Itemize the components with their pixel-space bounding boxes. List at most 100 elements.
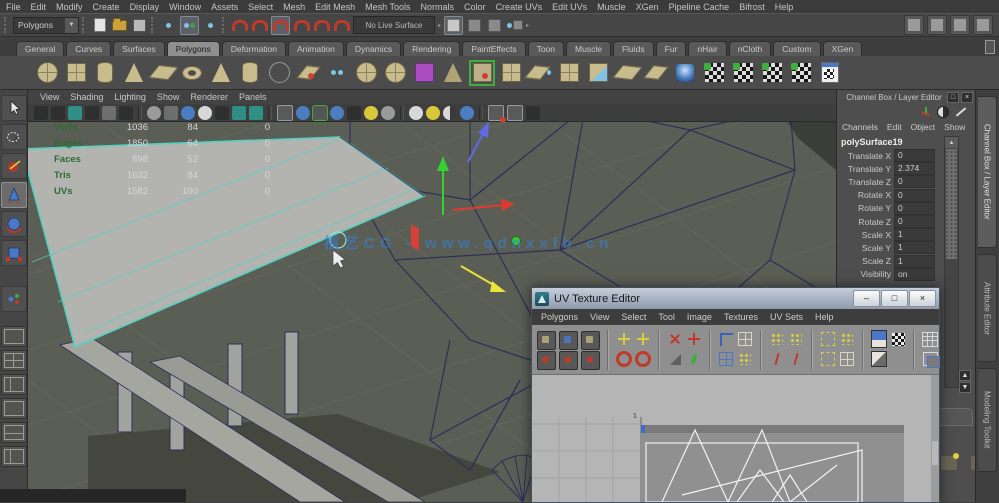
resolution-gate-toggle-icon[interactable] xyxy=(313,105,327,120)
snap-to-curve-icon[interactable] xyxy=(251,17,268,34)
menu-edit[interactable]: Edit xyxy=(31,2,47,12)
tab-attribute-editor[interactable]: Attribute Editor xyxy=(978,254,997,362)
snap-to-view-plane-icon[interactable] xyxy=(313,17,330,34)
layer-editor-tab[interactable] xyxy=(937,408,973,426)
panel-close-icon[interactable]: × xyxy=(961,92,973,103)
resolution-gate-icon[interactable] xyxy=(486,17,503,34)
close-button[interactable]: × xyxy=(909,290,936,307)
shelf-tab-animation[interactable]: Animation xyxy=(288,41,344,56)
layout-uvs-button[interactable] xyxy=(737,331,753,347)
snap-volume-icon[interactable] xyxy=(488,104,506,123)
uv-menu-textures[interactable]: Textures xyxy=(724,312,758,322)
attr-value[interactable]: 0 xyxy=(894,188,935,202)
single-pane-layout-button[interactable] xyxy=(0,326,27,347)
rotate-tool-button[interactable] xyxy=(0,211,27,237)
uv-checker-1-icon[interactable] xyxy=(703,62,725,84)
flip-v-button[interactable] xyxy=(635,331,651,347)
poly-platonic-icon[interactable] xyxy=(268,62,290,84)
shelf-tab-toon[interactable]: Toon xyxy=(527,41,565,56)
make-live-icon[interactable] xyxy=(333,17,350,34)
menu-muscle[interactable]: Muscle xyxy=(597,2,626,12)
panel-menu-view[interactable]: View xyxy=(40,92,59,102)
gamma-icon[interactable] xyxy=(460,105,474,120)
channels-menu[interactable]: Channels xyxy=(842,122,878,132)
attr-value[interactable]: 1 xyxy=(894,241,935,255)
extract-icon[interactable] xyxy=(558,62,580,84)
uv-pin-tool-button[interactable] xyxy=(581,331,600,350)
uv-editor-canvas[interactable]: 1 xyxy=(532,375,939,502)
attr-value[interactable]: 0 xyxy=(894,201,935,215)
motion-blur-icon[interactable] xyxy=(249,105,263,120)
menu-display[interactable]: Display xyxy=(130,2,160,12)
boolean-difference-icon[interactable] xyxy=(612,62,642,84)
live-surface-field[interactable]: No Live Surface xyxy=(353,16,435,34)
four-pane-layout-button[interactable] xyxy=(0,350,27,371)
uv-menu-select[interactable]: Select xyxy=(621,312,646,322)
spotlight-icon[interactable] xyxy=(674,62,696,84)
maximize-button[interactable]: □ xyxy=(881,290,908,307)
select-by-component-icon[interactable] xyxy=(202,17,219,34)
uv-scrollbar-thumb[interactable] xyxy=(932,441,938,465)
panel-menu-panels[interactable]: Panels xyxy=(239,92,267,102)
gate-mask-toggle-icon[interactable] xyxy=(330,105,344,120)
uv-texture-editor-window[interactable]: UV Texture Editor – □ × Polygons View Se… xyxy=(531,287,940,503)
menu-bifrost[interactable]: Bifrost xyxy=(739,2,765,12)
shelf-pin-icon[interactable] xyxy=(985,40,995,54)
dim-image-button[interactable] xyxy=(871,351,887,367)
attr-value[interactable]: 0 xyxy=(894,175,935,189)
snap-uvs-grid-button[interactable] xyxy=(820,331,836,347)
menu-pipeline-cache[interactable]: Pipeline Cache xyxy=(669,2,730,12)
attr-value[interactable]: on xyxy=(894,267,935,281)
panel-detach-icon[interactable]: □ xyxy=(947,92,959,103)
uv-checker-4-icon[interactable] xyxy=(790,62,812,84)
hypershade-layout-button[interactable] xyxy=(0,422,27,443)
snap-to-grid-icon[interactable] xyxy=(231,17,248,34)
manipulator-extra-arrowhead[interactable] xyxy=(490,281,506,292)
attr-value[interactable]: 1 xyxy=(894,254,935,268)
menu-assets[interactable]: Assets xyxy=(211,2,238,12)
show-menu[interactable]: Show xyxy=(944,122,965,132)
active-tool-icon[interactable] xyxy=(471,62,493,84)
combine-icon[interactable] xyxy=(500,62,522,84)
gate-mask-icon[interactable] xyxy=(506,17,523,34)
status-group-handle[interactable] xyxy=(4,17,10,33)
smooth-sphere-icon[interactable] xyxy=(384,62,406,84)
persp-outliner-layout-button[interactable] xyxy=(0,374,27,395)
poly-pyramid-icon[interactable] xyxy=(210,62,232,84)
textured-display-icon[interactable] xyxy=(181,105,195,120)
panel-menu-lighting[interactable]: Lighting xyxy=(114,92,146,102)
shelf-tab-muscle[interactable]: Muscle xyxy=(566,41,611,56)
edit-menu[interactable]: Edit xyxy=(887,122,902,132)
uv-select-path-button[interactable] xyxy=(581,351,600,370)
construction-history-icon[interactable] xyxy=(444,15,464,35)
scroll-down-icon[interactable]: ▼ xyxy=(959,382,971,393)
shelf-tab-general[interactable]: General xyxy=(16,41,65,56)
shelf-tab-ncloth[interactable]: nCloth xyxy=(728,41,772,56)
toggle-grid-button[interactable] xyxy=(922,331,938,347)
contrast-icon[interactable] xyxy=(443,105,457,120)
menu-edit-mesh[interactable]: Edit Mesh xyxy=(315,2,355,12)
cut-uv-edges-button[interactable] xyxy=(666,330,684,348)
menu-file[interactable]: File xyxy=(6,2,21,12)
menu-normals[interactable]: Normals xyxy=(421,2,455,12)
menu-mesh[interactable]: Mesh xyxy=(283,2,305,12)
speed-state-icon[interactable] xyxy=(937,106,949,118)
paint-select-tool-button[interactable] xyxy=(0,153,27,179)
move-tool-button[interactable] xyxy=(0,182,27,208)
rotate-uvs-ccw-button[interactable] xyxy=(616,351,632,367)
shelf-tab-fluids[interactable]: Fluids xyxy=(612,41,654,56)
select-by-hierarchy-icon[interactable] xyxy=(160,17,177,34)
uv-lattice-tool-button[interactable] xyxy=(537,331,556,350)
lock-camera-icon[interactable] xyxy=(51,105,65,120)
uv-menu-image[interactable]: Image xyxy=(687,312,712,322)
menu-select[interactable]: Select xyxy=(248,2,273,12)
open-scene-icon[interactable] xyxy=(111,17,128,34)
2d-pan-zoom-icon[interactable] xyxy=(119,105,133,120)
split-uvs-button[interactable] xyxy=(686,331,702,347)
ipr-render-icon[interactable] xyxy=(950,15,970,35)
xray-icon[interactable] xyxy=(409,105,423,120)
field-chart-icon[interactable] xyxy=(296,105,310,120)
toggle-filtered-image-button[interactable] xyxy=(890,331,906,347)
flip-u-button[interactable] xyxy=(616,331,632,347)
align-v-min-button[interactable] xyxy=(769,351,785,367)
